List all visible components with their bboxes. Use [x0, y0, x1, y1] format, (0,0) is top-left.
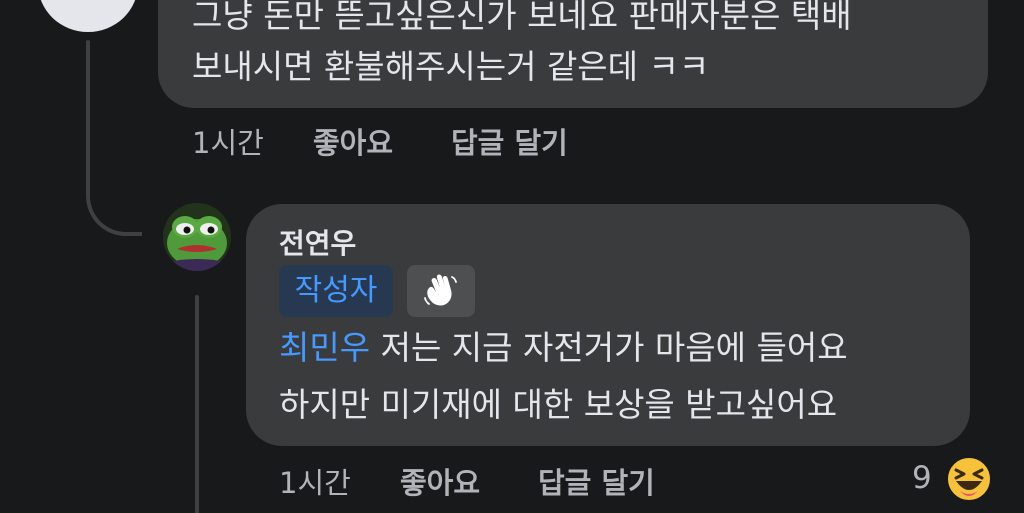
reply-text-line: 하지만 미기재에 대한 보상을 받고싶어요 — [279, 385, 838, 424]
reply-text-line: 최민우 저는 지금 자전거가 마음에 들어요 — [279, 324, 848, 372]
reply-button[interactable]: 답글 달기 — [451, 120, 568, 162]
comment-thread: 그냥 돈만 뜯고싶은신가 보네요 판매자분은 택배 보내시면 환불해주시는거 같… — [0, 0, 1024, 513]
author-badge: 작성자 — [279, 265, 393, 317]
thread-connector-line-reply — [195, 295, 199, 513]
laughing-emoji-icon[interactable] — [945, 455, 993, 503]
mention-link[interactable]: 최민우 — [279, 328, 370, 367]
avatar[interactable] — [38, 0, 138, 32]
frog-avatar-image — [163, 203, 231, 271]
thread-connector-curve — [86, 150, 142, 236]
waving-hand-icon — [407, 265, 475, 317]
reaction-count[interactable]: 9 — [912, 460, 932, 496]
author-name[interactable]: 전연우 — [279, 222, 356, 262]
reply-button[interactable]: 답글 달기 — [538, 460, 655, 502]
reply-text: 저는 지금 자전거가 마음에 들어요 — [370, 328, 848, 367]
like-button[interactable]: 좋아요 — [313, 120, 393, 162]
like-button[interactable]: 좋아요 — [400, 460, 480, 502]
laughing-emoji-svg — [946, 456, 992, 502]
timestamp[interactable]: 1시간 — [279, 460, 351, 502]
waving-hand-icon-svg — [424, 274, 457, 306]
avatar[interactable] — [163, 203, 231, 271]
comment-text-line: 보내시면 환불해주시는거 같은데 ㅋㅋ — [192, 47, 710, 86]
timestamp[interactable]: 1시간 — [192, 120, 264, 162]
comment-text-line: 그냥 돈만 뜯고싶은신가 보네요 판매자분은 택배 — [192, 0, 852, 35]
